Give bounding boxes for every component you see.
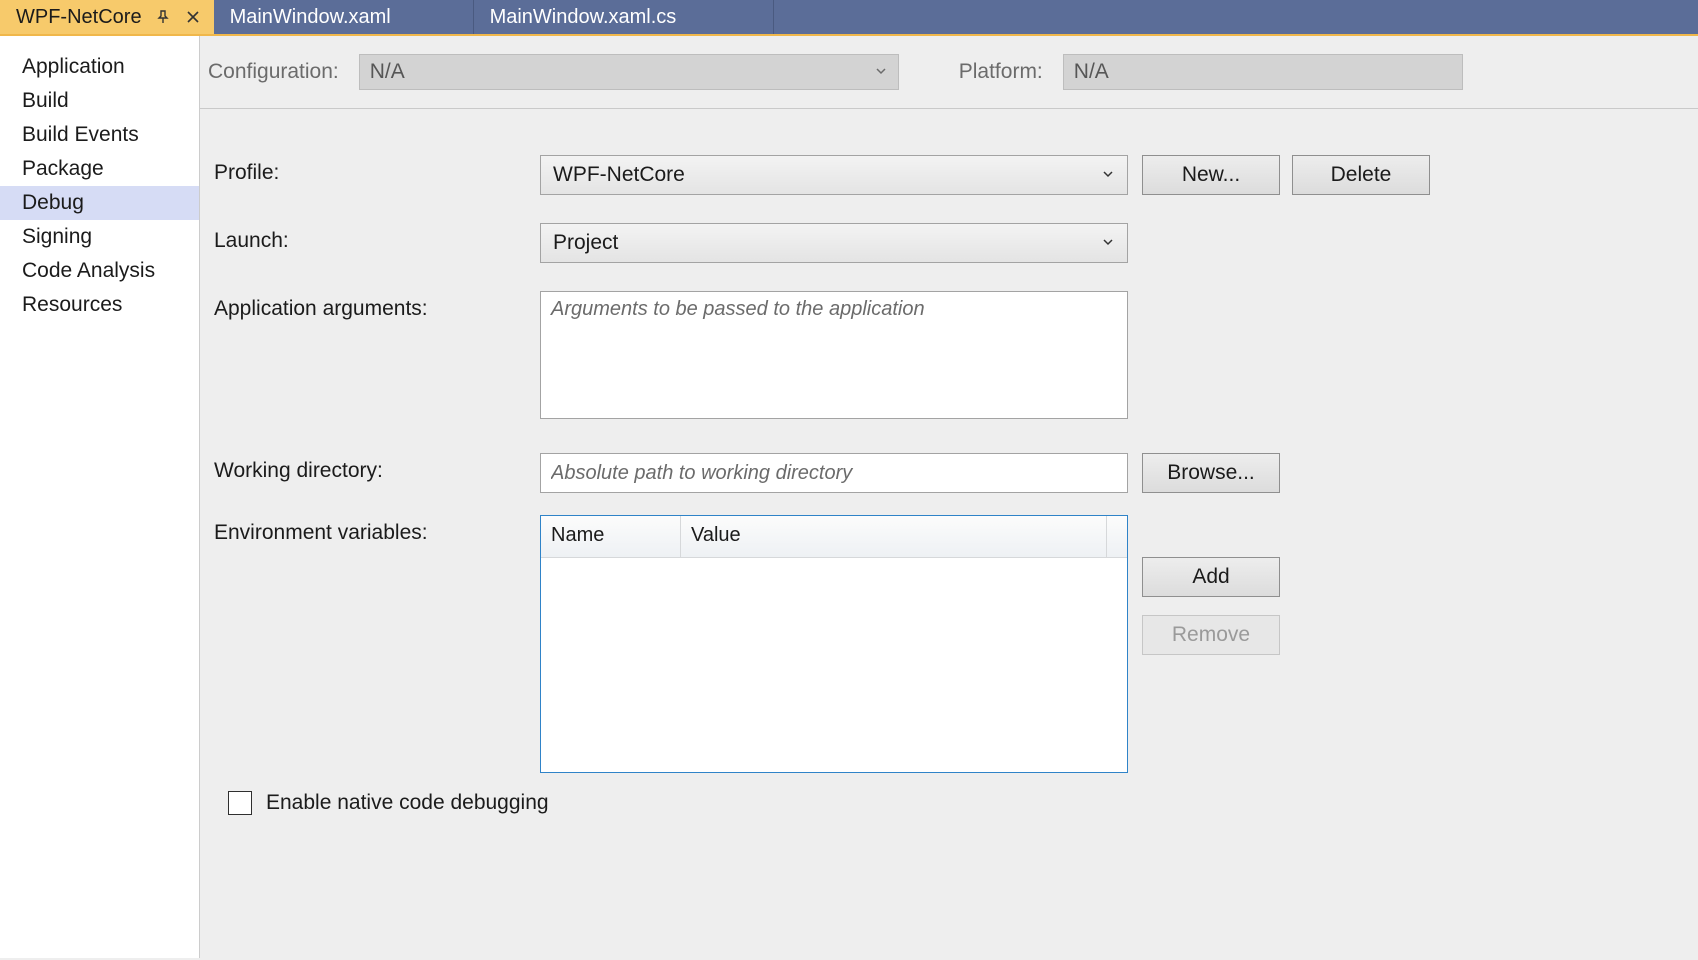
button-label: Delete (1331, 163, 1392, 187)
chevron-down-icon (874, 60, 888, 84)
configuration-select[interactable]: N/A (359, 54, 899, 90)
browse-button[interactable]: Browse... (1142, 453, 1280, 493)
button-label: New... (1182, 163, 1240, 187)
tab-document-1[interactable]: MainWindow.xaml.cs (474, 0, 774, 34)
tab-project-label: WPF-NetCore (16, 6, 142, 29)
configuration-bar: Configuration: N/A Platform: N/A (200, 36, 1698, 109)
configuration-label: Configuration: (208, 60, 339, 84)
env-grid-header: Name Value (541, 516, 1127, 558)
profile-label: Profile: (214, 155, 540, 185)
launch-row: Launch: Project (214, 223, 1684, 263)
working-directory-row: Working directory: Browse... (214, 453, 1684, 493)
button-label: Remove (1172, 623, 1250, 647)
tab-project-properties[interactable]: WPF-NetCore (0, 0, 214, 34)
sidebar-item-debug[interactable]: Debug (0, 186, 199, 220)
sidebar-item-label: Code Analysis (22, 259, 155, 282)
sidebar-item-code-analysis[interactable]: Code Analysis (0, 254, 199, 288)
sidebar-item-label: Package (22, 157, 104, 180)
env-scroll-gutter (1107, 516, 1127, 557)
close-icon[interactable] (184, 8, 202, 26)
sidebar-item-signing[interactable]: Signing (0, 220, 199, 254)
working-directory-input[interactable] (540, 453, 1128, 493)
native-debugging-row: Enable native code debugging (228, 791, 1684, 815)
tab-document-0[interactable]: MainWindow.xaml (214, 0, 474, 34)
profile-select[interactable]: WPF-NetCore (540, 155, 1128, 195)
sidebar-item-build-events[interactable]: Build Events (0, 118, 199, 152)
env-variables-grid[interactable]: Name Value (540, 515, 1128, 773)
new-profile-button[interactable]: New... (1142, 155, 1280, 195)
sidebar-item-label: Resources (22, 293, 122, 316)
sidebar-item-label: Build Events (22, 123, 139, 146)
remove-env-button[interactable]: Remove (1142, 615, 1280, 655)
env-variables-row: Environment variables: Name Value Add Re… (214, 515, 1684, 773)
configuration-value: N/A (370, 60, 405, 84)
launch-label: Launch: (214, 223, 540, 253)
env-column-value[interactable]: Value (681, 516, 1107, 557)
platform-select[interactable]: N/A (1063, 54, 1463, 90)
profile-value: WPF-NetCore (553, 163, 685, 187)
app-arguments-row: Application arguments: (214, 291, 1684, 425)
project-properties-sidebar: Application Build Build Events Package D… (0, 36, 200, 958)
native-debugging-label: Enable native code debugging (266, 791, 549, 815)
native-debugging-checkbox[interactable] (228, 791, 252, 815)
platform-value: N/A (1074, 60, 1109, 84)
sidebar-item-label: Application (22, 55, 125, 78)
env-variables-label: Environment variables: (214, 515, 540, 545)
chevron-down-icon (1101, 231, 1115, 255)
sidebar-item-label: Debug (22, 191, 84, 214)
app-arguments-label: Application arguments: (214, 291, 540, 321)
sidebar-item-build[interactable]: Build (0, 84, 199, 118)
tab-document-label: MainWindow.xaml (230, 6, 391, 29)
chevron-down-icon (1101, 163, 1115, 187)
delete-profile-button[interactable]: Delete (1292, 155, 1430, 195)
app-arguments-input[interactable] (540, 291, 1128, 419)
sidebar-item-resources[interactable]: Resources (0, 288, 199, 322)
platform-label: Platform: (959, 60, 1043, 84)
launch-select[interactable]: Project (540, 223, 1128, 263)
env-column-name[interactable]: Name (541, 516, 681, 557)
profile-row: Profile: WPF-NetCore New... Delete (214, 155, 1684, 195)
working-directory-label: Working directory: (214, 453, 540, 483)
pin-icon[interactable] (154, 8, 172, 26)
button-label: Add (1192, 565, 1229, 589)
button-label: Browse... (1167, 461, 1255, 485)
sidebar-item-application[interactable]: Application (0, 50, 199, 84)
sidebar-item-package[interactable]: Package (0, 152, 199, 186)
launch-value: Project (553, 231, 618, 255)
debug-settings-panel: Configuration: N/A Platform: N/A Profile… (200, 36, 1698, 958)
tab-document-label: MainWindow.xaml.cs (490, 6, 677, 29)
add-env-button[interactable]: Add (1142, 557, 1280, 597)
sidebar-item-label: Signing (22, 225, 92, 248)
sidebar-item-label: Build (22, 89, 69, 112)
tab-strip: WPF-NetCore MainWindow.xaml MainWindow.x… (0, 0, 1698, 36)
